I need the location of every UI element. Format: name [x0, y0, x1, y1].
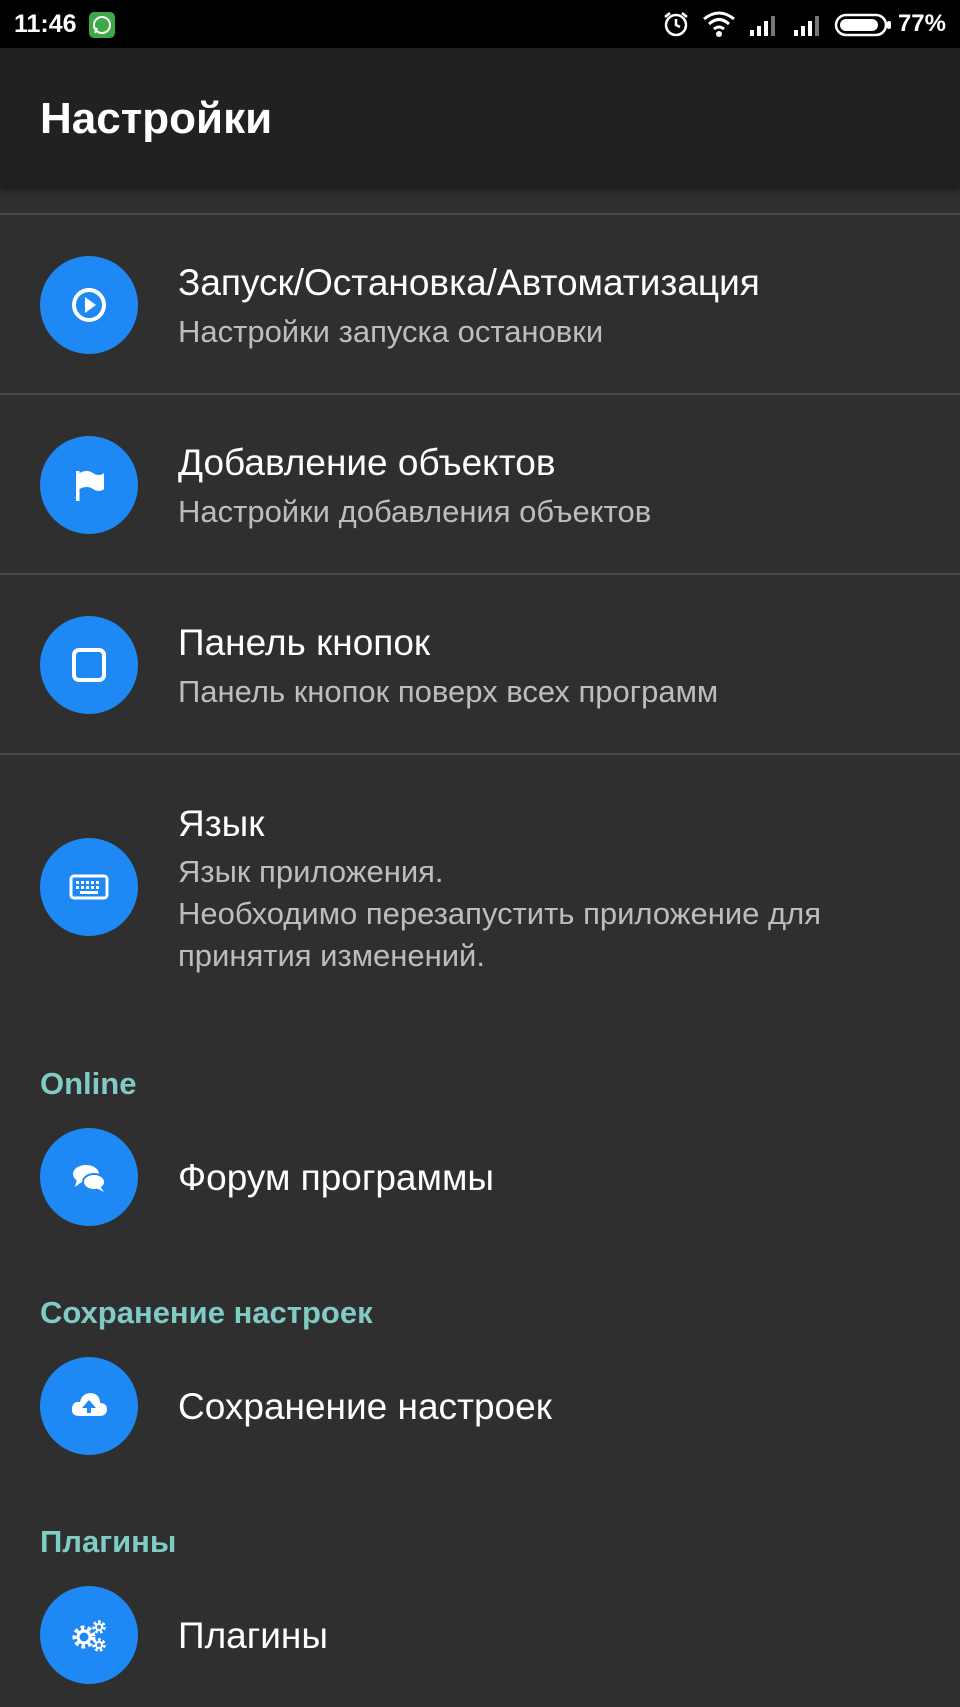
- pref-summary: Язык приложения. Необходимо перезапустит…: [178, 851, 938, 977]
- forum-icon: [40, 1128, 138, 1226]
- pref-item-add-objects[interactable]: Добавление объектов Настройки добавления…: [0, 395, 960, 573]
- pref-title: Форум программы: [178, 1157, 494, 1198]
- pref-title: Сохранение настроек: [178, 1386, 552, 1427]
- pref-item-language[interactable]: Язык Язык приложения. Необходимо перезап…: [0, 755, 960, 1005]
- pref-summary: Панель кнопок поверх всех программ: [178, 674, 719, 709]
- signal-icon: [794, 16, 819, 36]
- wifi-icon: [703, 11, 735, 37]
- battery-icon: [834, 13, 891, 37]
- battery-level: 77%: [897, 10, 946, 37]
- pref-title: Запуск/Остановка/Автоматизация: [178, 262, 760, 303]
- pref-title: Плагины: [178, 1615, 328, 1656]
- square-icon: [40, 616, 138, 714]
- signal-icon: [750, 16, 775, 36]
- pref-item-forum[interactable]: Форум программы: [0, 1120, 960, 1240]
- status-bar: 11:46 77%: [0, 0, 960, 48]
- pref-title: Язык: [178, 803, 265, 844]
- pref-item-buttons-panel[interactable]: Панель кнопок Панель кнопок поверх всех …: [0, 575, 960, 753]
- alarm-icon: [664, 12, 688, 37]
- section-header-online: Online: [40, 1066, 137, 1101]
- gears-icon: [40, 1586, 138, 1684]
- section-header-save-settings: Сохранение настроек: [40, 1295, 373, 1330]
- cloud-upload-icon: [40, 1357, 138, 1455]
- pref-summary: Настройки запуска остановки: [178, 314, 604, 349]
- pref-summary-line: принятия изменений.: [178, 938, 485, 973]
- pref-summary: Настройки добавления объектов: [178, 494, 652, 529]
- pref-summary-line: Язык приложения.: [178, 854, 444, 889]
- pref-title: Добавление объектов: [178, 442, 556, 483]
- pref-item-start-stop-automation[interactable]: Запуск/Остановка/Автоматизация Настройки…: [0, 215, 960, 393]
- pref-title: Панель кнопок: [178, 622, 431, 663]
- play-circle-icon: [40, 256, 138, 354]
- status-time: 11:46: [14, 10, 77, 38]
- whatsapp-icon: [89, 12, 115, 38]
- keyboard-icon: [40, 838, 138, 936]
- section-header-plugins: Плагины: [40, 1524, 177, 1559]
- flag-icon: [40, 436, 138, 534]
- app-bar: Настройки: [0, 48, 960, 186]
- page-title: Настройки: [40, 94, 273, 143]
- pref-item-plugins[interactable]: Плагины: [0, 1578, 960, 1698]
- pref-summary-line: Необходимо перезапустить приложение для: [178, 896, 821, 931]
- pref-item-save-settings[interactable]: Сохранение настроек: [0, 1349, 960, 1469]
